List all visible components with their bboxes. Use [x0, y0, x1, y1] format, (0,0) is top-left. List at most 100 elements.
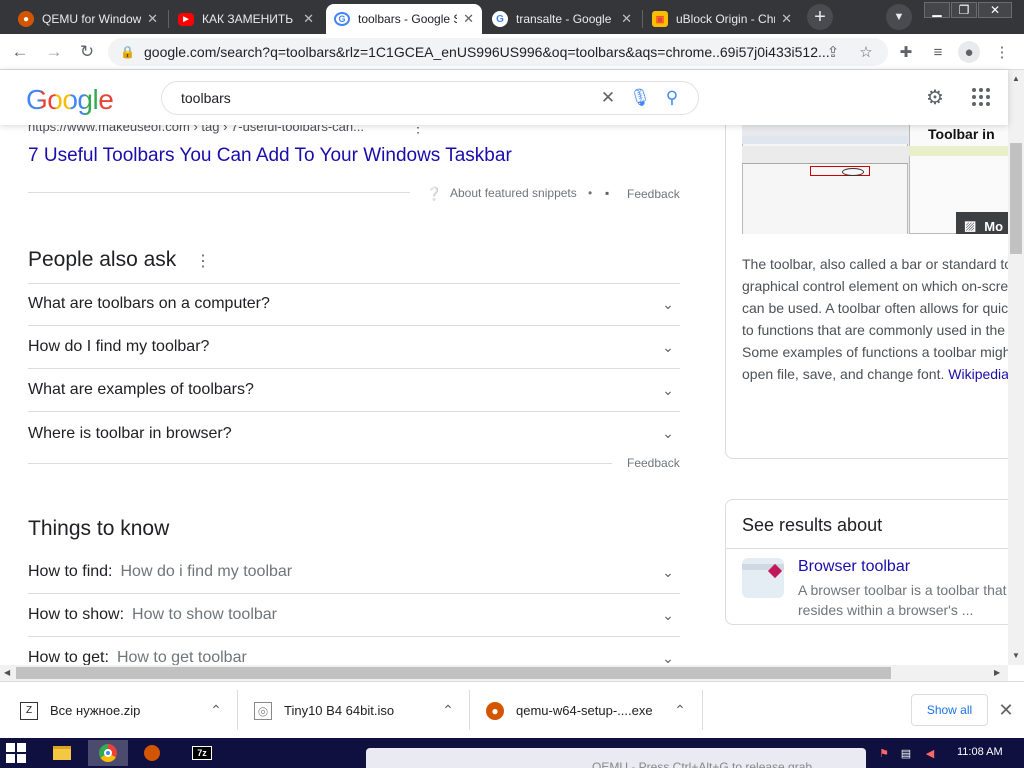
clear-search-icon[interactable]: ✕	[592, 82, 624, 114]
profile-avatar-icon[interactable]: ●	[958, 41, 980, 63]
close-window-button[interactable]: ✕	[978, 2, 1012, 18]
url-text: google.com/search?q=toolbars&rlz=1C1GCEA…	[144, 44, 830, 60]
ttk-value: How do i find my toolbar	[120, 563, 293, 580]
google-apps-grid-icon[interactable]	[970, 86, 992, 108]
search-results-area: https://www.makeuseof.com › tag › 7-usef…	[0, 125, 1008, 665]
tab-toolbars-search[interactable]: G toolbars - Google Search ✕	[326, 4, 482, 34]
result-more-options-icon[interactable]: ⋮	[411, 125, 425, 136]
search-magnifier-icon[interactable]: ⚲	[656, 82, 688, 114]
vertical-scroll-thumb[interactable]	[1010, 143, 1022, 254]
address-bar[interactable]: 🔒 google.com/search?q=toolbars&rlz=1C1GC…	[108, 38, 888, 66]
things-to-know-item[interactable]: How to show: How to show toolbar ⌄	[28, 594, 680, 637]
tray-icon-warning[interactable]: ⚑	[876, 745, 892, 761]
chevron-up-icon[interactable]: ⌃	[206, 702, 226, 719]
close-download-bar-icon[interactable]: ✕	[996, 698, 1016, 722]
chrome-menu-icon[interactable]: ⋮	[992, 42, 1012, 62]
chevron-down-icon[interactable]: ⌄	[656, 603, 680, 627]
more-images-button[interactable]: ▨ Mo	[956, 212, 1008, 234]
network-icon[interactable]: ▤	[898, 745, 914, 761]
paa-question-label: What are examples of toolbars?	[28, 381, 254, 398]
qemu-window-title-strip[interactable]: QEMU - Press Ctrl+Alt+G to release grab	[366, 748, 866, 768]
close-tab-icon[interactable]: ✕	[303, 11, 314, 27]
chevron-up-icon[interactable]: ⌃	[438, 702, 458, 719]
settings-gear-icon[interactable]: ⚙	[924, 86, 946, 109]
chevron-down-icon[interactable]: ⌄	[656, 422, 680, 446]
minimize-button[interactable]: ▁	[924, 2, 950, 18]
toolbar-screenshot-image[interactable]: Toolbar in ▨ Mo	[742, 125, 1008, 234]
paa-options-icon[interactable]: ⋮	[195, 251, 211, 271]
tab-separator	[642, 10, 643, 28]
divider	[469, 690, 470, 730]
paa-question[interactable]: Where is toolbar in browser? ⌄	[28, 412, 680, 455]
divider	[702, 690, 703, 730]
chevron-down-icon[interactable]: ⌄	[656, 378, 680, 402]
close-tab-icon[interactable]: ✕	[147, 11, 158, 27]
7zip-taskbar-icon[interactable]: 7z	[182, 740, 222, 766]
chevron-down-icon[interactable]: ⌄	[656, 335, 680, 359]
help-circle-icon[interactable]: ❔	[426, 186, 442, 202]
new-tab-button[interactable]: +	[807, 4, 833, 30]
divider	[28, 192, 410, 193]
google-g-icon: G	[492, 11, 508, 27]
wikipedia-link[interactable]: Wikipedia	[948, 366, 1008, 382]
media-controls-icon[interactable]: ≡	[928, 42, 948, 62]
chevron-down-icon[interactable]: ⌄	[656, 292, 680, 316]
paa-question[interactable]: What are examples of toolbars? ⌄	[28, 369, 680, 412]
paa-question[interactable]: How do I find my toolbar? ⌄	[28, 326, 680, 369]
scroll-up-arrow-icon[interactable]: ▲	[1012, 74, 1020, 83]
close-tab-icon[interactable]: ✕	[463, 11, 474, 27]
scroll-left-arrow-icon[interactable]: ◀	[4, 668, 10, 677]
download-item[interactable]: ● qemu-w64-setup-....exe ⌃	[486, 682, 690, 739]
qemu-taskbar-icon[interactable]	[132, 740, 172, 766]
chevron-up-icon[interactable]: ⌃	[670, 702, 690, 719]
description-line: Some examples of functions a toolbar mig…	[742, 344, 1008, 360]
tab-ublock[interactable]: ▣ uBlock Origin - Chrome Web Store ✕	[644, 4, 800, 34]
file-explorer-icon[interactable]	[42, 740, 82, 766]
about-featured-snippets-link[interactable]: About featured snippets	[450, 186, 577, 200]
system-clock[interactable]: 11:08 AM	[957, 746, 1003, 758]
download-item[interactable]: ◎ Tiny10 B4 64bit.iso ⌃	[254, 682, 458, 739]
google-g-icon: G	[334, 12, 350, 26]
featured-feedback-link[interactable]: Feedback	[627, 187, 680, 201]
windows-start-icon[interactable]	[6, 743, 26, 763]
speaker-muted-icon[interactable]: ◀	[922, 745, 938, 761]
paa-feedback-link[interactable]: Feedback	[627, 456, 680, 470]
restore-button[interactable]: ❐	[951, 2, 977, 18]
tab-qemu[interactable]: ● QEMU for Windows ✕	[10, 4, 166, 34]
browser-toolbar-link[interactable]: Browser toolbar	[798, 558, 910, 576]
featured-result-link[interactable]: 7 Useful Toolbars You Can Add To Your Wi…	[28, 145, 512, 167]
reload-button[interactable]: ↻	[77, 42, 97, 62]
tab-youtube[interactable]: ▶ КАК ЗАМЕНИТЬ НА ✕	[170, 4, 322, 34]
scroll-right-arrow-icon[interactable]: ▶	[994, 668, 1000, 677]
things-to-know-item[interactable]: How to get: How to get toolbar ⌄	[28, 637, 680, 665]
lock-icon[interactable]: 🔒	[120, 45, 135, 59]
tab-search-button[interactable]: ▼	[886, 4, 912, 30]
google-logo[interactable]: Google	[26, 84, 114, 116]
feedback-icon[interactable]: ▪	[605, 186, 609, 200]
search-input[interactable]: toolbars	[181, 90, 592, 106]
browser-toolbar-thumbnail[interactable]	[742, 558, 784, 598]
tab-title: КАК ЗАМЕНИТЬ НА	[202, 12, 297, 26]
forward-button[interactable]: →	[44, 42, 64, 62]
back-button[interactable]: ←	[10, 42, 30, 62]
chevron-down-icon[interactable]: ⌄	[656, 646, 680, 666]
voice-search-mic-icon[interactable]: 🎙	[624, 82, 656, 114]
knowledge-description: The toolbar, also called a bar or standa…	[742, 253, 1008, 385]
show-all-downloads-button[interactable]: Show all	[911, 694, 988, 726]
close-tab-icon[interactable]: ✕	[781, 11, 792, 27]
extensions-puzzle-icon[interactable]: ✚	[896, 42, 916, 62]
horizontal-scroll-thumb[interactable]	[16, 667, 891, 679]
chevron-down-icon[interactable]: ⌄	[656, 560, 680, 584]
result-cite[interactable]: https://www.makeuseof.com › tag › 7-usef…	[28, 125, 364, 134]
things-to-know-item[interactable]: How to find: How do i find my toolbar ⌄	[28, 551, 680, 594]
download-filename: Tiny10 B4 64bit.iso	[284, 703, 395, 718]
download-item[interactable]: Z Все нужное.zip ⌃	[20, 682, 226, 739]
paa-question[interactable]: What are toolbars on a computer? ⌄	[28, 283, 680, 326]
chrome-taskbar-icon[interactable]	[88, 740, 128, 766]
scroll-down-arrow-icon[interactable]: ▼	[1012, 651, 1020, 660]
search-box[interactable]: toolbars ✕ 🎙 ⚲	[161, 81, 699, 115]
tab-transalte-search[interactable]: G transalte - Google Search ✕	[484, 4, 640, 34]
close-tab-icon[interactable]: ✕	[621, 11, 632, 27]
bookmark-star-icon[interactable]: ☆	[856, 42, 876, 62]
share-icon[interactable]: ⇪	[823, 42, 843, 62]
